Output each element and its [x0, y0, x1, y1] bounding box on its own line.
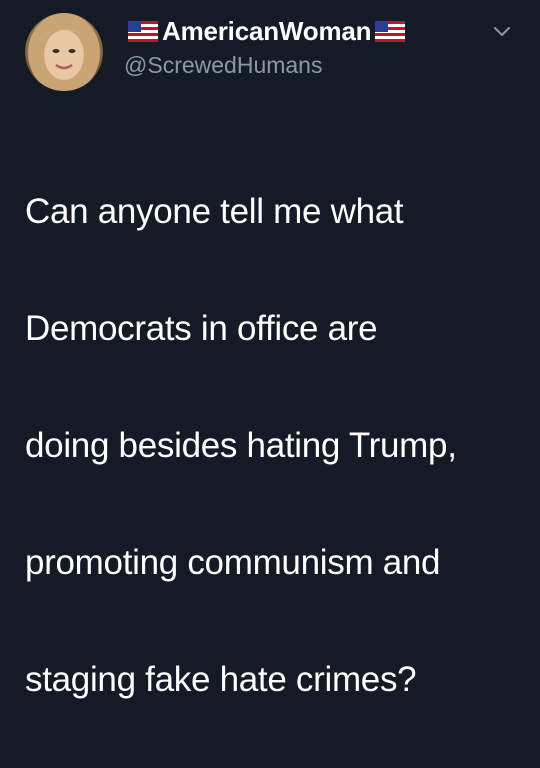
user-handle[interactable]: @ScrewedHumans — [124, 52, 322, 79]
avatar[interactable] — [25, 13, 103, 91]
us-flag-icon — [375, 20, 406, 42]
tweet-text-line: Democrats in office are — [25, 308, 378, 348]
tweet-card: AmericanWoman @ScrewedHumans Can anyone … — [0, 0, 540, 699]
display-name-row[interactable]: AmericanWoman — [128, 15, 406, 47]
us-flag-icon — [128, 20, 158, 42]
tweet-text-line: promoting communism and — [25, 542, 441, 582]
tweet-text: Can anyone tell me what Democrats in off… — [25, 124, 525, 768]
chevron-down-icon[interactable] — [493, 26, 511, 38]
tweet-text-line: Can anyone tell me what — [25, 191, 404, 231]
tweet-text-line: doing besides hating Trump, — [25, 425, 457, 465]
tweet-text-line: staging fake hate crimes? — [25, 659, 417, 699]
display-name: AmericanWoman — [162, 15, 372, 46]
